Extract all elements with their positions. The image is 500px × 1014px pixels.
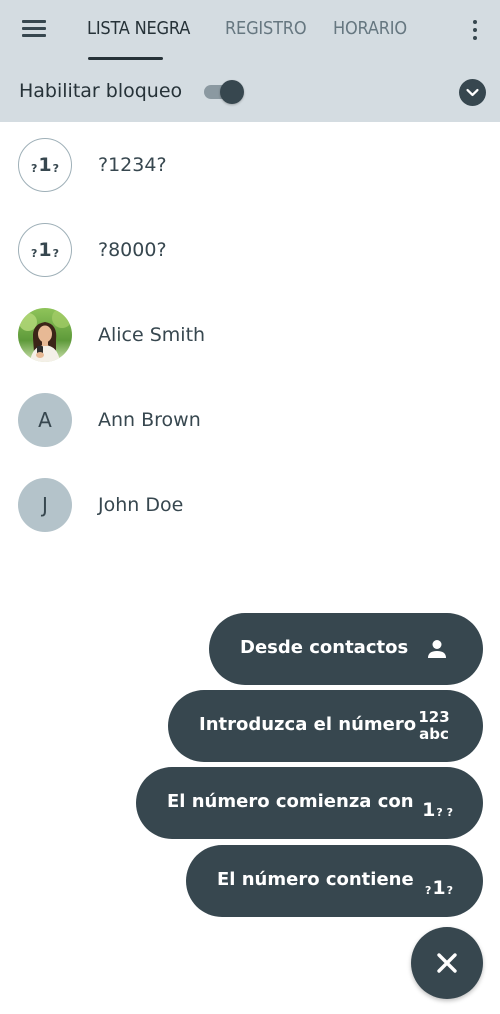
avatar-letter: J [42, 493, 48, 517]
more-vert-icon[interactable] [462, 16, 488, 44]
contact-photo-avatar [18, 308, 72, 362]
starts-with-glyph-right: ? ? [436, 806, 453, 819]
switch-thumb [220, 80, 244, 104]
list-item[interactable]: ? 1 ? ?1234? [0, 124, 500, 208]
number-pattern-avatar-icon: ? 1 ? [18, 138, 72, 192]
avatar-glyph-right: ? [52, 161, 59, 175]
list-item-name: ?8000? [98, 239, 167, 261]
avatar-glyph-right: ? [52, 246, 59, 260]
avatar-letter: A [38, 408, 52, 432]
list-item-name: Ann Brown [98, 409, 201, 431]
contains-icon: ? 1 ? [425, 867, 453, 899]
blocking-toggle-label: Habilitar bloqueo [19, 80, 183, 102]
numbers-icon-line-1: 123 [418, 708, 450, 726]
number-pattern-avatar-icon: ? 1 ? [18, 223, 72, 277]
add-from-contacts-button[interactable]: Desde contactos [209, 613, 483, 685]
list-item-name: John Doe [98, 494, 184, 516]
starts-with-icon: 1 ? ? [422, 789, 453, 821]
avatar-glyph-center: 1 [38, 239, 52, 261]
avatar-glyph-center: 1 [38, 154, 52, 176]
avatar-glyph-left: ? [30, 246, 38, 260]
numbers-icon-line-2: abc [419, 725, 449, 743]
tab-horario[interactable]: HORARIO [333, 18, 407, 46]
list-item[interactable]: A Ann Brown [0, 379, 500, 463]
list-item[interactable]: Alice Smith [0, 294, 500, 378]
chevron-down-icon[interactable] [459, 79, 486, 106]
action-label: El número contiene [217, 869, 414, 890]
blacklist-screen: LISTA NEGRA REGISTRO HORARIO Habilitar b… [0, 0, 500, 1014]
contains-glyph-left: ? [424, 884, 432, 897]
enter-number-button[interactable]: Introduzca el número 123 abc [168, 690, 483, 762]
tab-lista-negra[interactable]: LISTA NEGRA [87, 18, 190, 46]
app-bar: LISTA NEGRA REGISTRO HORARIO Habilitar b… [0, 0, 500, 122]
contains-glyph-center: 1 [432, 877, 446, 899]
tab-registro[interactable]: REGISTRO [225, 18, 307, 46]
close-icon[interactable] [411, 927, 483, 999]
letter-avatar: J [18, 478, 72, 532]
avatar-glyph-left: ? [30, 161, 38, 175]
blocking-toggle-switch[interactable] [202, 78, 248, 106]
contains-glyph-right: ? [446, 884, 453, 897]
list-item-name: ?1234? [98, 154, 167, 176]
list-item[interactable]: ? 1 ? ?8000? [0, 209, 500, 293]
action-label: El número comienza con [167, 791, 414, 812]
numbers-icon: 123 abc [416, 708, 452, 743]
letter-avatar: A [18, 393, 72, 447]
hamburger-menu-icon[interactable] [14, 14, 54, 46]
action-label: Desde contactos [240, 637, 409, 658]
starts-with-glyph-center: 1 [422, 799, 436, 821]
action-label: Introduzca el número [199, 714, 417, 735]
contains-button[interactable]: El número contiene ? 1 ? [186, 845, 483, 917]
person-icon [425, 637, 449, 669]
active-tab-indicator [88, 57, 163, 60]
list-item[interactable]: J John Doe [0, 464, 500, 548]
list-item-name: Alice Smith [98, 324, 206, 346]
starts-with-button[interactable]: El número comienza con 1 ? ? [136, 767, 483, 839]
